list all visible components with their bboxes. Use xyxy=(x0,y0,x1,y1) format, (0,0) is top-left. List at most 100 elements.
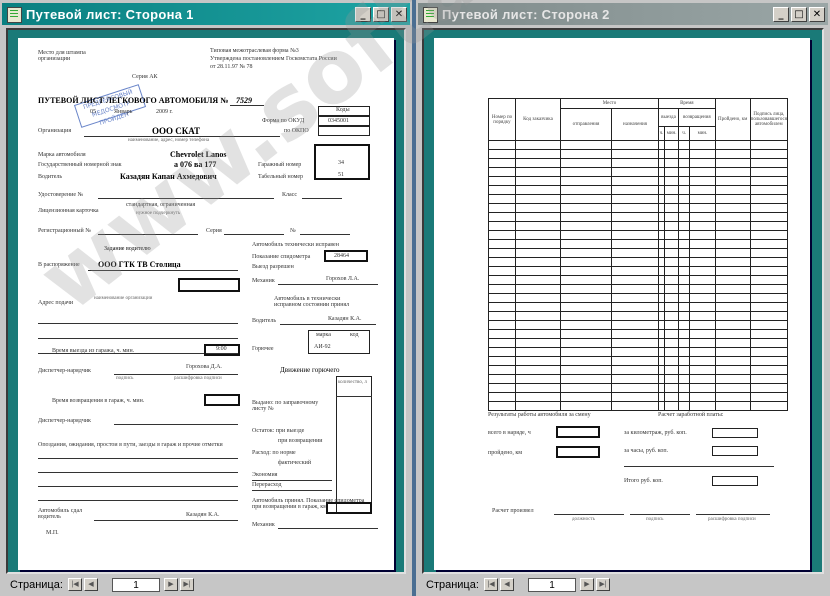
table-cell xyxy=(611,383,659,393)
table-cell xyxy=(611,266,659,276)
table-cell xyxy=(689,365,716,375)
table-cell xyxy=(714,185,751,195)
table-cell xyxy=(611,329,659,339)
table-cell xyxy=(714,392,751,402)
table-cell xyxy=(664,212,680,222)
table-cell xyxy=(488,203,516,213)
table-cell xyxy=(678,302,691,312)
stamp-place-label: Место для штампа организации xyxy=(38,50,86,62)
table-cell xyxy=(664,284,680,294)
table-cell xyxy=(749,392,789,402)
table-cell xyxy=(678,203,691,213)
table-cell xyxy=(749,167,789,177)
dispatcher-label: Диспетчер-нарядчик xyxy=(38,368,91,374)
title-bar[interactable]: Путевой лист: Сторона 2 _ □ ✕ xyxy=(418,3,828,25)
calc-by-label: Расчет произвел xyxy=(492,508,534,514)
accepted-label: Автомобиль в технически исправном состоя… xyxy=(274,296,350,308)
table-cell xyxy=(678,338,691,348)
minimize-button[interactable]: _ xyxy=(773,7,789,22)
table-cell xyxy=(749,176,789,186)
table-cell xyxy=(664,203,680,213)
table-row xyxy=(488,320,789,330)
last-page-button[interactable]: ▶| xyxy=(596,578,610,591)
table-cell xyxy=(515,338,561,348)
dispatcher-label-2: Диспетчер-нарядчик xyxy=(38,418,91,424)
spend-fact-label: фактический xyxy=(278,460,312,466)
table-cell xyxy=(515,140,561,150)
table-cell xyxy=(515,266,561,276)
table-cell xyxy=(515,194,561,204)
economy-label: Экономия xyxy=(252,472,278,478)
table-cell xyxy=(678,221,691,231)
table-cell xyxy=(689,149,716,159)
table-cell xyxy=(714,365,751,375)
table-row xyxy=(488,302,789,312)
table-cell xyxy=(488,212,516,222)
col-sign-header: Подпись лица, пользовавшегося автомобиле… xyxy=(749,98,789,141)
table-cell xyxy=(560,176,612,186)
maximize-button[interactable]: □ xyxy=(791,7,807,22)
table-cell xyxy=(560,347,612,357)
table-cell xyxy=(714,257,751,267)
next-page-button[interactable]: ▶ xyxy=(164,578,178,591)
odo-label: Показание спидометра xyxy=(252,254,311,260)
col-client-header: Код заказчика xyxy=(515,98,561,141)
last-page-button[interactable]: ▶| xyxy=(180,578,194,591)
table-cell xyxy=(611,203,659,213)
lic-card-hint: нужное подчеркнуть xyxy=(136,211,181,216)
table-cell xyxy=(488,194,516,204)
page-number-field[interactable]: 1 xyxy=(112,578,160,592)
table-row xyxy=(488,221,789,231)
table-cell xyxy=(678,284,691,294)
table-cell xyxy=(560,239,612,249)
prev-page-button[interactable]: ◀ xyxy=(500,578,514,591)
table-cell xyxy=(560,356,612,366)
title-bar[interactable]: Путевой лист: Сторона 1 _ □ ✕ xyxy=(2,3,410,25)
table-cell xyxy=(515,374,561,384)
close-button[interactable]: ✕ xyxy=(809,7,825,22)
table-cell xyxy=(515,383,561,393)
page-number-field[interactable]: 1 xyxy=(528,578,576,592)
car-label: Марка автомобиля xyxy=(38,152,86,158)
maximize-button[interactable]: □ xyxy=(373,7,389,22)
form-page-1: Место для штампа организации ПРЕДРЕЙСОВЫ… xyxy=(18,38,394,570)
table-cell xyxy=(714,158,751,168)
next-page-button[interactable]: ▶ xyxy=(580,578,594,591)
table-cell xyxy=(749,275,789,285)
table-cell xyxy=(689,284,716,294)
table-cell xyxy=(749,194,789,204)
prev-page-button[interactable]: ◀ xyxy=(84,578,98,591)
table-cell xyxy=(611,338,659,348)
table-cell xyxy=(488,158,516,168)
table-cell xyxy=(749,239,789,249)
table-cell xyxy=(488,329,516,339)
table-cell xyxy=(689,302,716,312)
table-cell xyxy=(560,383,612,393)
table-cell xyxy=(678,356,691,366)
minimize-button[interactable]: _ xyxy=(355,7,371,22)
document-area[interactable]: Место для штампа организации ПРЕДРЕЙСОВЫ… xyxy=(6,28,406,574)
table-cell xyxy=(664,356,680,366)
table-cell xyxy=(714,311,751,321)
table-cell xyxy=(689,275,716,285)
first-page-button[interactable]: |◀ xyxy=(484,578,498,591)
table-cell xyxy=(560,158,612,168)
table-cell xyxy=(749,347,789,357)
document-area[interactable]: Номер по порядку Код заказчика Место Вре… xyxy=(422,28,824,574)
date-day: 05 xyxy=(90,109,96,115)
table-cell xyxy=(678,365,691,375)
table-cell xyxy=(678,239,691,249)
close-button[interactable]: ✕ xyxy=(391,7,407,22)
fuel-mark: АИ-92 xyxy=(314,344,331,350)
table-cell xyxy=(515,356,561,366)
table-cell xyxy=(689,185,716,195)
code-label: код xyxy=(350,332,359,338)
table-cell xyxy=(749,338,789,348)
col-depart-header: отправления xyxy=(560,108,612,141)
table-cell xyxy=(664,374,680,384)
table-cell xyxy=(515,248,561,258)
first-page-button[interactable]: |◀ xyxy=(68,578,82,591)
table-cell xyxy=(749,149,789,159)
table-cell xyxy=(515,158,561,168)
okud-code: 0345001 xyxy=(328,118,349,124)
